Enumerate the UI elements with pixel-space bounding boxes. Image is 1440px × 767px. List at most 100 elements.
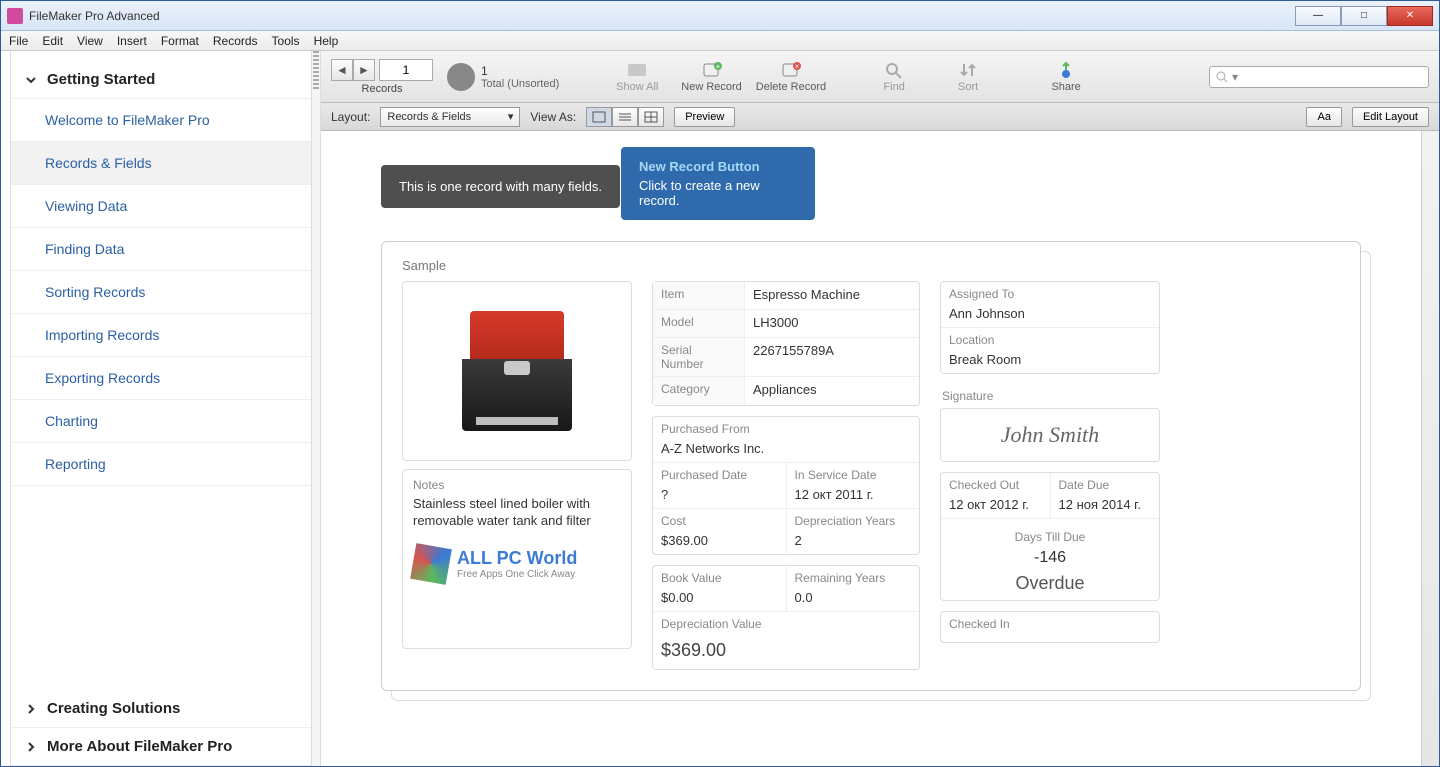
total-label: Total (Unsorted) [481,78,559,90]
find-button[interactable]: Find [864,60,924,93]
location-field[interactable]: Break Room [941,352,1159,373]
new-record-button[interactable]: + New Record [681,60,742,93]
menu-insert[interactable]: Insert [117,34,147,48]
view-form-button[interactable] [586,107,612,127]
cube-icon [410,543,452,585]
date-due-field[interactable]: 12 ноя 2014 г. [1051,497,1160,518]
remaining-label: Remaining Years [787,566,920,590]
in-service-field[interactable]: 12 окт 2011 г. [787,487,920,508]
menu-file[interactable]: File [9,34,28,48]
show-all-button[interactable]: Show All [607,60,667,93]
sidebar-item-viewing[interactable]: Viewing Data [11,185,311,228]
purchased-date-field[interactable]: ? [653,487,786,508]
share-button[interactable]: Share [1036,60,1096,93]
layout-bar: Layout: Records & Fields▾ View As: Previ… [321,103,1439,131]
vertical-scrollbar[interactable] [1421,131,1439,766]
new-record-icon: + [700,60,724,80]
edit-layout-button[interactable]: Edit Layout [1352,107,1429,127]
sample-label: Sample [402,258,1340,273]
layout-select[interactable]: Records & Fields▾ [380,107,520,127]
dep-value-field: $369.00 [653,636,919,669]
close-button[interactable]: ✕ [1387,6,1433,26]
sidebar-item-charting[interactable]: Charting [11,400,311,443]
item-image [402,281,632,461]
sidebar-item-finding[interactable]: Finding Data [11,228,311,271]
signature-box[interactable]: John Smith [940,408,1160,462]
dep-value-label: Depreciation Value [653,612,919,636]
section-title: Creating Solutions [47,700,180,717]
menu-help[interactable]: Help [314,34,339,48]
checked-in-field[interactable] [941,636,1159,642]
book-value-label: Book Value [653,566,786,590]
item-field[interactable]: Espresso Machine [745,282,919,309]
delete-record-button[interactable]: × Delete Record [756,60,826,93]
next-record-button[interactable]: ► [353,59,375,81]
item-label: Item [653,282,745,309]
remaining-field: 0.0 [787,590,920,611]
sidebar-item-reporting[interactable]: Reporting [11,443,311,486]
sidebar-item-sorting[interactable]: Sorting Records [11,271,311,314]
view-list-button[interactable] [612,107,638,127]
book-value-field: $0.00 [653,590,786,611]
find-icon [882,60,906,80]
notes-value[interactable]: Stainless steel lined boiler with remova… [413,496,621,530]
toolbar: ◄ ► 1 Records 1 Total (Unsorted) [321,51,1439,103]
sort-button[interactable]: Sort [938,60,998,93]
model-field[interactable]: LH3000 [745,310,919,337]
view-as-label: View As: [530,110,576,124]
category-field[interactable]: Appliances [745,377,919,405]
sidebar-section-getting-started[interactable]: Getting Started [11,61,311,99]
menu-tools[interactable]: Tools [272,34,300,48]
aa-button[interactable]: Aa [1306,107,1341,127]
pane-divider[interactable] [311,51,321,766]
sidebar-item-records-fields[interactable]: Records & Fields [11,142,311,185]
sidebar-item-welcome[interactable]: Welcome to FileMaker Pro [11,99,311,142]
sidebar-item-exporting[interactable]: Exporting Records [11,357,311,400]
preview-button[interactable]: Preview [674,107,735,127]
purchased-date-label: Purchased Date [653,463,786,487]
minimize-button[interactable]: — [1295,6,1341,26]
in-service-label: In Service Date [787,463,920,487]
menu-edit[interactable]: Edit [42,34,63,48]
search-field[interactable]: ▾ [1209,66,1429,88]
purchased-from-field[interactable]: A-Z Networks Inc. [653,441,919,462]
prev-record-button[interactable]: ◄ [331,59,353,81]
cost-label: Cost [653,509,786,533]
maximize-button[interactable]: □ [1341,6,1387,26]
hint-tooltip: This is one record with many fields. [381,165,620,208]
menu-format[interactable]: Format [161,34,199,48]
left-gutter [1,51,11,766]
dep-years-label: Depreciation Years [787,509,920,533]
view-table-button[interactable] [638,107,664,127]
record-number-field[interactable]: 1 [379,59,433,81]
layout-label: Layout: [331,110,370,124]
purchased-from-label: Purchased From [653,417,919,441]
days-till-label: Days Till Due [947,525,1153,549]
svg-text:×: × [795,62,800,71]
chevron-down-icon [25,74,37,86]
pie-icon [447,63,475,91]
cost-field[interactable]: $369.00 [653,533,786,554]
sidebar-section-creating[interactable]: Creating Solutions [11,690,311,728]
status-text: Overdue [947,573,1153,594]
category-label: Category [653,377,745,405]
app-icon [7,8,23,24]
checked-in-label: Checked In [941,612,1159,636]
assigned-field[interactable]: Ann Johnson [941,306,1159,327]
dep-years-field[interactable]: 2 [787,533,920,554]
window-titlebar: FileMaker Pro Advanced — □ ✕ [1,1,1439,31]
menu-view[interactable]: View [77,34,103,48]
show-all-icon [625,60,649,80]
chevron-right-icon [25,741,37,753]
checked-out-field[interactable]: 12 окт 2012 г. [941,497,1050,518]
sidebar-item-importing[interactable]: Importing Records [11,314,311,357]
days-till-field: -146 [947,549,1153,573]
sidebar-section-more[interactable]: More About FileMaker Pro [11,728,311,766]
date-due-label: Date Due [1051,473,1160,497]
watermark-logo: ALL PC World Free Apps One Click Away [413,546,621,582]
location-label: Location [941,328,1159,352]
search-icon [1216,71,1228,83]
assigned-label: Assigned To [941,282,1159,306]
serial-field[interactable]: 2267155789A [745,338,919,376]
menu-records[interactable]: Records [213,34,258,48]
